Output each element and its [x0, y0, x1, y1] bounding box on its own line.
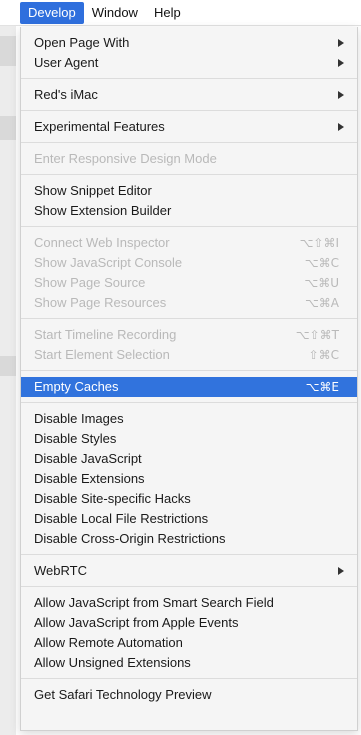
- menu-item-disable-site-specific-hacks[interactable]: Disable Site-specific Hacks: [21, 489, 357, 509]
- menu-item-label: Disable Images: [34, 411, 124, 426]
- menu-item-label: Show Page Resources: [34, 295, 167, 310]
- menu-item-disable-cross-origin-restrictions[interactable]: Disable Cross-Origin Restrictions: [21, 529, 357, 549]
- menu-item-disable-javascript[interactable]: Disable JavaScript: [21, 449, 357, 469]
- menubar-window[interactable]: Window: [84, 2, 146, 24]
- keyboard-shortcut: ⇧⌘C: [308, 348, 339, 362]
- menu-item-allow-unsigned-extensions[interactable]: Allow Unsigned Extensions: [21, 653, 357, 673]
- menu-item-show-snippet-editor[interactable]: Show Snippet Editor: [21, 181, 357, 201]
- menu-item-allow-javascript-from-apple-events[interactable]: Allow JavaScript from Apple Events: [21, 613, 357, 633]
- menu-separator: [21, 226, 357, 227]
- menu-item-experimental-features[interactable]: Experimental Features: [21, 117, 357, 137]
- menu-item-label: User Agent: [34, 55, 99, 70]
- menu-item-empty-caches[interactable]: Empty Caches ⌥⌘E: [21, 377, 357, 397]
- menu-item-connect-web-inspector[interactable]: Connect Web Inspector ⌥⇧⌘I: [21, 233, 357, 253]
- keyboard-shortcut: ⌥⇧⌘T: [295, 328, 339, 342]
- menu-item-label: Enter Responsive Design Mode: [34, 151, 217, 166]
- menu-item-label: Allow JavaScript from Apple Events: [34, 615, 239, 630]
- menu-item-show-javascript-console[interactable]: Show JavaScript Console ⌥⌘C: [21, 253, 357, 273]
- menu-bar: Develop Window Help: [0, 0, 361, 26]
- menu-separator: [21, 142, 357, 143]
- submenu-arrow-icon: [338, 39, 344, 47]
- menu-item-label: Red's iMac: [34, 87, 98, 102]
- menu-item-show-extension-builder[interactable]: Show Extension Builder: [21, 201, 357, 221]
- keyboard-shortcut: ⌥⌘C: [304, 256, 339, 270]
- menu-item-start-timeline-recording[interactable]: Start Timeline Recording ⌥⇧⌘T: [21, 325, 357, 345]
- menu-item-show-page-source[interactable]: Show Page Source ⌥⌘U: [21, 273, 357, 293]
- menu-item-label: Show JavaScript Console: [34, 255, 183, 270]
- menu-separator: [21, 318, 357, 319]
- menu-separator: [21, 402, 357, 403]
- menu-item-enter-responsive-design-mode[interactable]: Enter Responsive Design Mode: [21, 149, 357, 169]
- menubar-develop[interactable]: Develop: [20, 1, 84, 24]
- menu-item-label: Connect Web Inspector: [34, 235, 170, 250]
- menu-item-label: WebRTC: [34, 563, 87, 578]
- menu-item-allow-remote-automation[interactable]: Allow Remote Automation: [21, 633, 357, 653]
- menu-item-label: Allow JavaScript from Smart Search Field: [34, 595, 274, 610]
- menu-item-label: Empty Caches: [34, 379, 119, 394]
- menu-separator: [21, 678, 357, 679]
- menu-item-get-safari-technology-preview[interactable]: Get Safari Technology Preview: [21, 685, 357, 705]
- submenu-arrow-icon: [338, 123, 344, 131]
- menu-separator: [21, 370, 357, 371]
- menu-item-disable-extensions[interactable]: Disable Extensions: [21, 469, 357, 489]
- submenu-arrow-icon: [338, 567, 344, 575]
- keyboard-shortcut: ⌥⌘U: [304, 276, 339, 290]
- menu-item-label: Show Extension Builder: [34, 203, 172, 218]
- menu-item-label: Disable Extensions: [34, 471, 145, 486]
- menu-item-disable-local-file-restrictions[interactable]: Disable Local File Restrictions: [21, 509, 357, 529]
- develop-dropdown-menu: Open Page With User Agent Red's iMac Experi…: [20, 27, 358, 731]
- submenu-arrow-icon: [338, 59, 344, 67]
- menu-item-label: Disable Styles: [34, 431, 117, 446]
- menu-item-label: Start Timeline Recording: [34, 327, 177, 342]
- menu-item-label: Allow Remote Automation: [34, 635, 183, 650]
- menu-item-allow-javascript-from-smart-search-field[interactable]: Allow JavaScript from Smart Search Field: [21, 593, 357, 613]
- menu-item-label: Disable Cross-Origin Restrictions: [34, 531, 226, 546]
- menu-separator: [21, 554, 357, 555]
- menu-item-start-element-selection[interactable]: Start Element Selection ⇧⌘C: [21, 345, 357, 365]
- background-window-edge: [0, 26, 16, 735]
- menu-separator: [21, 174, 357, 175]
- menu-item-user-agent[interactable]: User Agent: [21, 53, 357, 73]
- menu-item-open-page-with[interactable]: Open Page With: [21, 33, 357, 53]
- keyboard-shortcut: ⌥⇧⌘I: [299, 236, 339, 250]
- menu-item-label: Show Page Source: [34, 275, 146, 290]
- menu-item-label: Get Safari Technology Preview: [34, 687, 212, 702]
- menu-item-red-s-imac[interactable]: Red's iMac: [21, 85, 357, 105]
- menubar-help[interactable]: Help: [146, 2, 189, 24]
- menu-item-label: Allow Unsigned Extensions: [34, 655, 191, 670]
- menu-separator: [21, 586, 357, 587]
- menu-item-show-page-resources[interactable]: Show Page Resources ⌥⌘A: [21, 293, 357, 313]
- keyboard-shortcut: ⌥⌘E: [305, 380, 339, 394]
- menu-item-disable-images[interactable]: Disable Images: [21, 409, 357, 429]
- menu-separator: [21, 78, 357, 79]
- menu-item-label: Disable JavaScript: [34, 451, 142, 466]
- submenu-arrow-icon: [338, 91, 344, 99]
- menu-item-label: Disable Site-specific Hacks: [34, 491, 191, 506]
- menu-item-label: Start Element Selection: [34, 347, 170, 362]
- menu-separator: [21, 110, 357, 111]
- menu-item-label: Show Snippet Editor: [34, 183, 152, 198]
- menu-item-webrtc[interactable]: WebRTC: [21, 561, 357, 581]
- menu-item-disable-styles[interactable]: Disable Styles: [21, 429, 357, 449]
- menu-item-label: Experimental Features: [34, 119, 165, 134]
- menu-item-label: Open Page With: [34, 35, 130, 50]
- keyboard-shortcut: ⌥⌘A: [304, 296, 339, 310]
- menu-item-label: Disable Local File Restrictions: [34, 511, 209, 526]
